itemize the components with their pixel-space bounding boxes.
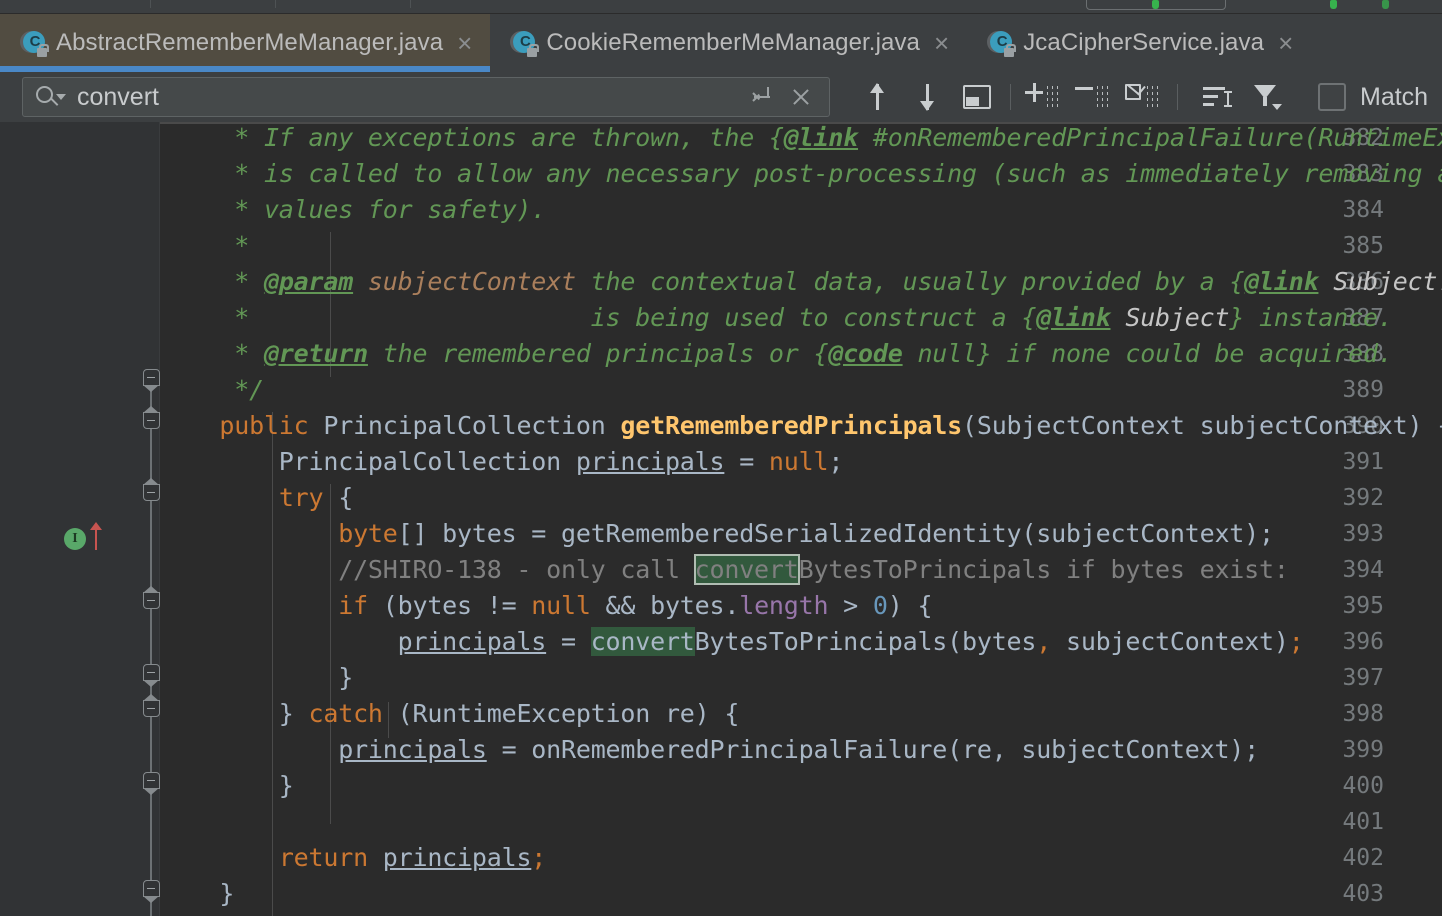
add-occurrence-icon (1025, 83, 1059, 111)
line-number: 401 (1342, 809, 1384, 835)
fold-region-stalk (150, 374, 152, 916)
line-number: 393 (1342, 521, 1384, 547)
editor-tab-cookieremembermemanager[interactable]: C CookieRememberMeManager.java × (490, 14, 968, 72)
code-line-403: } (160, 879, 235, 908)
line-number: 385 (1342, 233, 1384, 259)
match-case-option[interactable]: Match (1318, 83, 1428, 112)
return-arrow-icon[interactable] (741, 77, 781, 117)
toolbar-separator (1177, 84, 1178, 110)
code-line-399: principals = onRememberedPrincipalFailur… (338, 735, 1260, 764)
tab-label: JcaCipherService.java (1023, 29, 1265, 56)
search-match[interactable]: convert (590, 627, 695, 656)
fold-marker[interactable] (140, 367, 162, 393)
run-indicator-icon[interactable] (1330, 0, 1337, 9)
code-line-397: } (160, 663, 354, 692)
code-line-385: * (160, 231, 250, 260)
code-line-389: */ (160, 375, 264, 404)
fold-marker[interactable] (140, 878, 162, 904)
editor-tab-abstractremembermemanager[interactable]: C AbstractRememberMeManager.java × (0, 14, 491, 72)
fold-marker[interactable] (140, 770, 162, 796)
code-line-390: public PrincipalCollection getRemembered… (160, 411, 1442, 440)
close-icon[interactable]: × (457, 30, 472, 56)
code-line-383: * is called to allow any necessary post-… (160, 159, 1442, 188)
line-number: 391 (1342, 449, 1384, 475)
select-all-occurrences-button[interactable] (952, 75, 1002, 119)
line-number: 395 (1342, 593, 1384, 619)
code-line-382: * If any exceptions are thrown, the {@li… (160, 123, 1442, 152)
match-case-label: Match (1360, 82, 1429, 111)
code-line-395: if (bytes != null && bytes.length > 0) { (338, 591, 933, 620)
find-toolbar: Match (0, 72, 1442, 122)
line-number: 392 (1342, 485, 1384, 511)
java-class-icon: C (20, 30, 49, 57)
line-number: 394 (1342, 557, 1384, 583)
top-toolbar-strip (0, 0, 1442, 14)
line-number: 396 (1342, 629, 1384, 655)
filter-button[interactable] (1242, 75, 1292, 119)
select-all-icon (963, 85, 991, 109)
fold-marker[interactable] (140, 478, 162, 508)
code-line-391: PrincipalCollection principals = null; (160, 447, 844, 476)
remove-occurrence-button[interactable] (1067, 75, 1117, 119)
arrow-up-icon (866, 82, 888, 112)
fold-marker[interactable] (140, 662, 162, 688)
line-number: 402 (1342, 845, 1384, 871)
close-icon[interactable] (781, 77, 821, 117)
funnel-icon (1253, 83, 1282, 111)
search-icon[interactable] (35, 85, 66, 109)
run-button-icon[interactable] (1152, 0, 1159, 9)
remove-occurrence-icon (1075, 83, 1109, 111)
code-line-392: try { (278, 483, 354, 512)
code-line-393: byte[] bytes = getRememberedSerializedId… (338, 519, 1274, 548)
close-icon[interactable]: × (934, 30, 949, 56)
editor-gutter[interactable] (0, 122, 160, 916)
match-case-checkbox[interactable] (1318, 83, 1346, 111)
close-icon[interactable]: × (1278, 30, 1293, 56)
fold-marker[interactable] (140, 406, 162, 436)
override-arrow-icon[interactable] (88, 520, 104, 550)
coverage-indicator-icon[interactable] (1382, 0, 1389, 9)
line-number: 397 (1342, 665, 1384, 691)
code-editor[interactable]: I 382 383 384 385 386 387 388 389 390 39… (0, 122, 1442, 916)
line-number: 399 (1342, 737, 1384, 763)
search-field-container[interactable] (22, 77, 830, 117)
code-line-400: } (160, 771, 294, 800)
fold-marker[interactable] (140, 694, 162, 724)
tab-label: CookieRememberMeManager.java (546, 29, 920, 56)
line-number: 384 (1342, 197, 1384, 223)
prev-occurrence-button[interactable] (852, 75, 902, 119)
code-line-394: //SHIRO-138 - only call convertBytesToPr… (160, 554, 1289, 585)
code-line-386: * @param subjectContext the contextual d… (160, 267, 1442, 296)
add-occurrence-button[interactable] (1017, 75, 1067, 119)
fold-marker[interactable] (140, 586, 162, 616)
line-number: 389 (1342, 377, 1384, 403)
code-line-384: * values for safety). (160, 195, 547, 224)
editor-tab-jcacipherservice[interactable]: C JcaCipherService.java × (967, 14, 1312, 72)
java-class-icon: C (510, 30, 540, 57)
select-all-button[interactable] (1117, 75, 1167, 119)
line-number: 400 (1342, 773, 1384, 799)
code-line-402: return principals; (278, 843, 547, 872)
code-line-398: } catch (RuntimeException re) { (160, 699, 740, 728)
line-number: 398 (1342, 701, 1384, 727)
tab-label: AbstractRememberMeManager.java (56, 29, 444, 56)
filter-lines-icon (1203, 85, 1232, 109)
code-line-388: * @return the remembered principals or {… (160, 339, 1393, 368)
code-line-396: principals = convertBytesToPrincipals(by… (397, 627, 1304, 656)
java-class-icon: C (987, 30, 1017, 57)
search-match-current[interactable]: convert (693, 554, 800, 585)
toolbar-separator (1010, 84, 1011, 110)
implementing-method-marker[interactable]: I (64, 528, 86, 550)
next-occurrence-button[interactable] (902, 75, 952, 119)
code-line-387: * is being used to construct a {@link Su… (160, 303, 1393, 332)
line-number: 404 (1342, 912, 1442, 916)
filter-lines-button[interactable] (1192, 75, 1242, 119)
editor-tab-bar: C AbstractRememberMeManager.java × C Coo… (0, 14, 1442, 72)
arrow-down-icon (916, 82, 938, 112)
search-input[interactable] (77, 82, 741, 112)
check-occurrences-icon (1125, 83, 1159, 111)
line-number: 403 (1342, 881, 1384, 907)
